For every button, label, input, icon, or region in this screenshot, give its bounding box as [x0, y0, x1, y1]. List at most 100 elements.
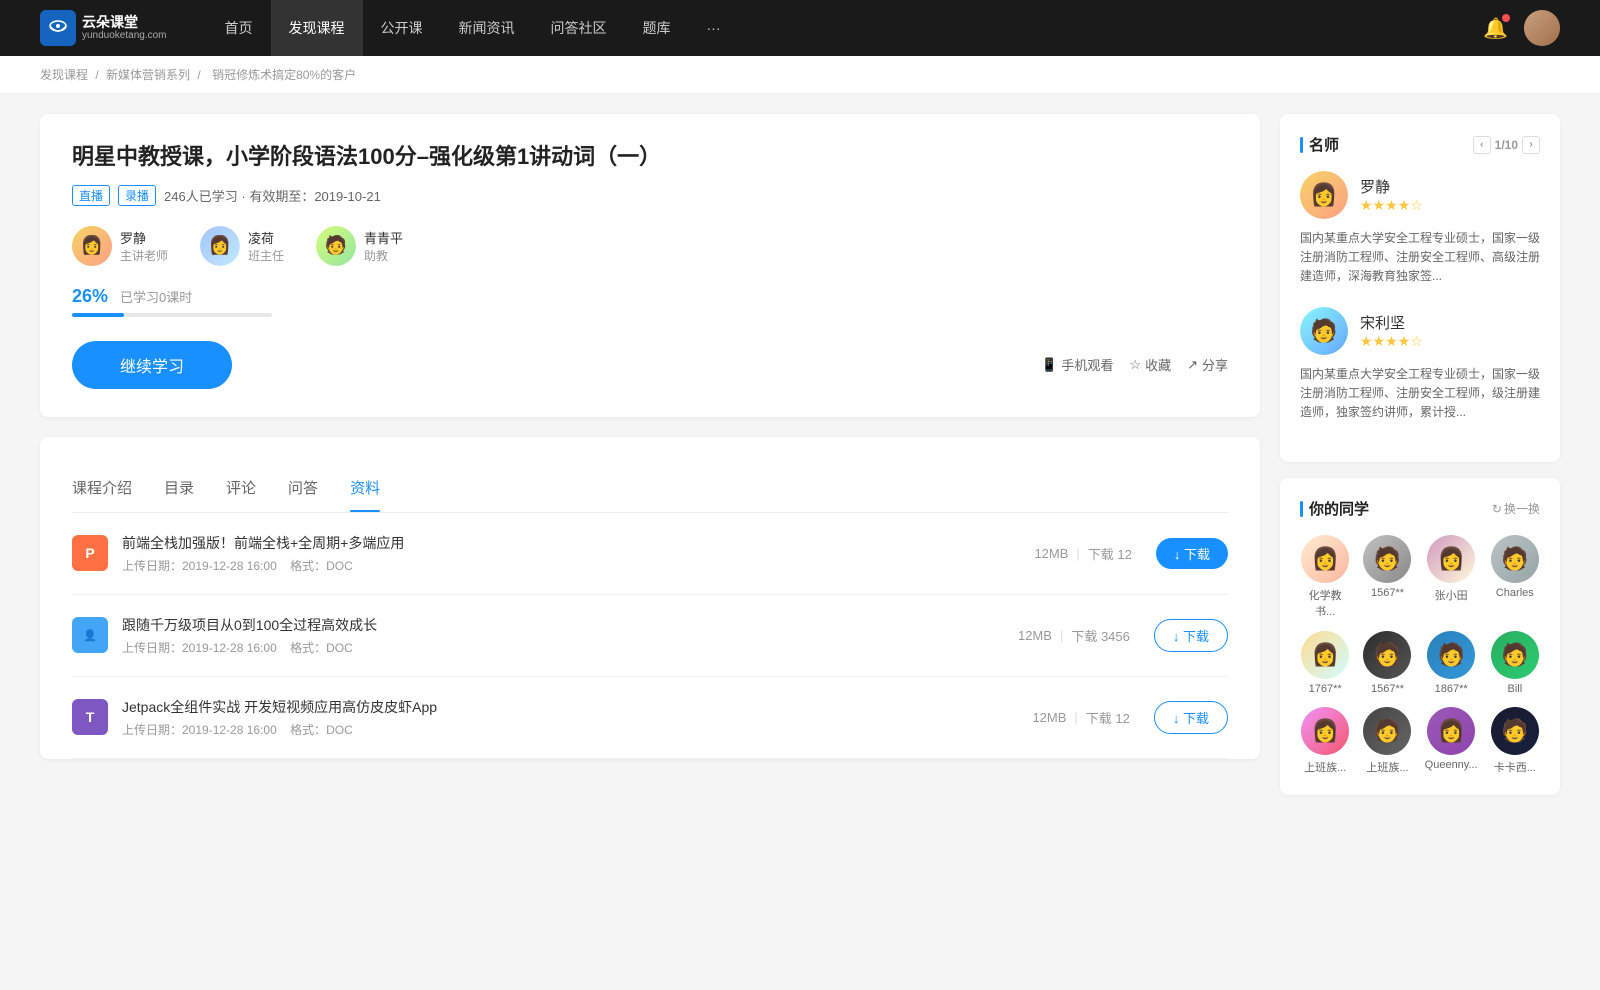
classmate-9: 👩 上班族...	[1300, 707, 1350, 775]
share-icon: ↗	[1187, 357, 1198, 373]
sidebar-teacher-2: 🧑 宋利坚 ★★★★☆ 国内某重点大学安全工程专业硕士，国家一级注册消防工程师、…	[1300, 307, 1540, 423]
classmate-9-avatar[interactable]: 👩	[1301, 707, 1349, 755]
classmate-3-avatar[interactable]: 👩	[1427, 535, 1475, 583]
file-downloads-2: 下载 3456	[1071, 626, 1130, 645]
teacher-2-avatar: 👩	[200, 226, 240, 266]
teacher-2: 👩 凌荷 班主任	[200, 226, 284, 266]
teacher-next-button[interactable]: ›	[1522, 136, 1540, 154]
file-meta-1: 上传日期：2019-12-28 16:00 格式：DOC	[122, 557, 1034, 574]
file-stats-2: 12MB | 下载 3456	[1018, 626, 1130, 645]
download-button-3[interactable]: ↓ 下载	[1154, 701, 1228, 734]
classmate-2: 🧑 1567**	[1362, 535, 1412, 619]
refresh-label: 换一换	[1504, 500, 1540, 517]
classmate-4-avatar[interactable]: 🧑	[1491, 535, 1539, 583]
classmate-4-name: Charles	[1496, 587, 1534, 599]
classmates-title-text: 你的同学	[1309, 498, 1369, 519]
teacher-3-info: 青青平 助教	[364, 228, 403, 264]
mobile-view-link[interactable]: 📱 手机观看	[1041, 355, 1113, 374]
favorite-label: 收藏	[1145, 355, 1171, 374]
progress-desc: 已学习0课时	[120, 287, 192, 306]
classmate-8-avatar[interactable]: 🧑	[1491, 631, 1539, 679]
tabs-card: 课程介绍 目录 评论 问答 资料 P 前端全栈加强版！前端全栈+全周期+多端应用…	[40, 437, 1260, 759]
file-info-1: 前端全栈加强版！前端全栈+全周期+多端应用 上传日期：2019-12-28 16…	[122, 533, 1034, 574]
classmate-12-avatar[interactable]: 🧑	[1491, 707, 1539, 755]
classmate-5-name: 1767**	[1309, 683, 1342, 695]
classmate-7-avatar[interactable]: 🧑	[1427, 631, 1475, 679]
teacher-prev-button[interactable]: ‹	[1473, 136, 1491, 154]
navigation: 云朵课堂 yunduoketang.com 首页 发现课程 公开课 新闻资讯 问…	[0, 0, 1600, 56]
classmate-1-avatar[interactable]: 👩	[1301, 535, 1349, 583]
nav-item-more[interactable]: ···	[689, 0, 739, 56]
file-name-3: Jetpack全组件实战 开发短视频应用高仿皮皮虾App	[122, 697, 1032, 717]
user-avatar[interactable]	[1524, 10, 1560, 46]
star-icon: ☆	[1129, 357, 1141, 373]
file-downloads-3: 下载 12	[1086, 708, 1130, 727]
file-name-2: 跟随千万级项目从0到100全过程高效成长	[122, 615, 1018, 635]
content-left: 明星中教授课，小学阶段语法100分–强化级第1讲动词（一） 直播 录播 246人…	[40, 114, 1260, 811]
classmate-1: 👩 化学教书...	[1300, 535, 1350, 619]
file-item-2: 👤 跟随千万级项目从0到100全过程高效成长 上传日期：2019-12-28 1…	[72, 595, 1228, 677]
classmate-2-avatar[interactable]: 🧑	[1363, 535, 1411, 583]
teacher-3: 🧑 青青平 助教	[316, 226, 403, 266]
tag-live: 直播	[72, 185, 110, 206]
sidebar-teacher-2-avatar: 🧑	[1300, 307, 1348, 355]
nav-item-news[interactable]: 新闻资讯	[441, 0, 533, 56]
classmates-title: 你的同学	[1300, 498, 1369, 519]
course-meta: 246人已学习 · 有效期至：2019-10-21	[164, 186, 381, 205]
logo[interactable]: 云朵课堂 yunduoketang.com	[40, 10, 167, 46]
sidebar: 名师 ‹ 1/10 › 👩 罗静 ★★★★☆ 国内某重点大学	[1280, 114, 1560, 811]
classmate-10-avatar[interactable]: 🧑	[1363, 707, 1411, 755]
sidebar-teacher-2-stars: ★★★★☆	[1360, 333, 1423, 350]
nav-item-home[interactable]: 首页	[207, 0, 271, 56]
refresh-classmates-button[interactable]: ↻ 换一换	[1492, 500, 1540, 517]
classmate-11-name: Queenny...	[1425, 759, 1478, 771]
breadcrumb-discover[interactable]: 发现课程	[40, 68, 88, 82]
mobile-label: 手机观看	[1061, 355, 1113, 374]
logo-text: 云朵课堂 yunduoketang.com	[82, 14, 167, 43]
nav-item-bank[interactable]: 题库	[625, 0, 689, 56]
tab-qa[interactable]: 问答	[288, 465, 318, 512]
tab-bar: 课程介绍 目录 评论 问答 资料	[72, 465, 1228, 513]
continue-study-button[interactable]: 继续学习	[72, 341, 232, 389]
tag-record: 录播	[118, 185, 156, 206]
teachers-title-text: 名师	[1309, 134, 1339, 155]
teacher-page: 1/10	[1495, 138, 1518, 152]
file-size-3: 12MB	[1032, 710, 1066, 725]
mobile-icon: 📱	[1041, 357, 1057, 373]
file-info-2: 跟随千万级项目从0到100全过程高效成长 上传日期：2019-12-28 16:…	[122, 615, 1018, 656]
sidebar-teacher-1-name: 罗静	[1360, 176, 1423, 197]
tab-reviews[interactable]: 评论	[226, 465, 256, 512]
classmates-grid: 👩 化学教书... 🧑 1567** 👩 张小田	[1300, 535, 1540, 775]
nav-item-public[interactable]: 公开课	[363, 0, 441, 56]
nav-item-qa[interactable]: 问答社区	[533, 0, 625, 56]
valid-until: 有效期至：2019-10-21	[249, 189, 381, 204]
classmate-11-avatar[interactable]: 👩	[1427, 707, 1475, 755]
logo-icon	[40, 10, 76, 46]
classmate-12: 🧑 卡卡西...	[1490, 707, 1540, 775]
classmates-title-bar	[1300, 501, 1303, 517]
classmate-6-avatar[interactable]: 🧑	[1363, 631, 1411, 679]
tab-catalog[interactable]: 目录	[164, 465, 194, 512]
nav-item-discover[interactable]: 发现课程	[271, 0, 363, 56]
sidebar-teacher-1-stars: ★★★★☆	[1360, 197, 1423, 214]
classmate-5-avatar[interactable]: 👩	[1301, 631, 1349, 679]
sidebar-teacher-2-meta: 宋利坚 ★★★★☆	[1360, 312, 1423, 350]
file-stats-1: 12MB | 下载 12	[1034, 544, 1131, 563]
download-button-2[interactable]: ↓ 下载	[1154, 619, 1228, 652]
tab-intro[interactable]: 课程介绍	[72, 465, 132, 512]
download-button-1[interactable]: ↓ 下载	[1156, 538, 1228, 569]
tab-materials[interactable]: 资料	[350, 465, 380, 512]
classmate-9-name: 上班族...	[1304, 759, 1346, 775]
teacher-3-name: 青青平	[364, 228, 403, 247]
sidebar-teacher-1-avatar: 👩	[1300, 171, 1348, 219]
favorite-link[interactable]: ☆ 收藏	[1129, 355, 1171, 374]
teacher-list: 👩 罗静 主讲老师 👩 凌荷 班主任	[72, 226, 1228, 266]
share-link[interactable]: ↗ 分享	[1187, 355, 1228, 374]
notification-bell[interactable]: 🔔	[1483, 16, 1508, 41]
progress-bar-bg	[72, 313, 272, 317]
breadcrumb-series[interactable]: 新媒体营销系列	[106, 68, 190, 82]
classmates-header: 你的同学 ↻ 换一换	[1300, 498, 1540, 519]
teachers-sidebar-title: 名师 ‹ 1/10 ›	[1300, 134, 1540, 155]
file-size-2: 12MB	[1018, 628, 1052, 643]
course-tags: 直播 录播 246人已学习 · 有效期至：2019-10-21	[72, 185, 1228, 206]
